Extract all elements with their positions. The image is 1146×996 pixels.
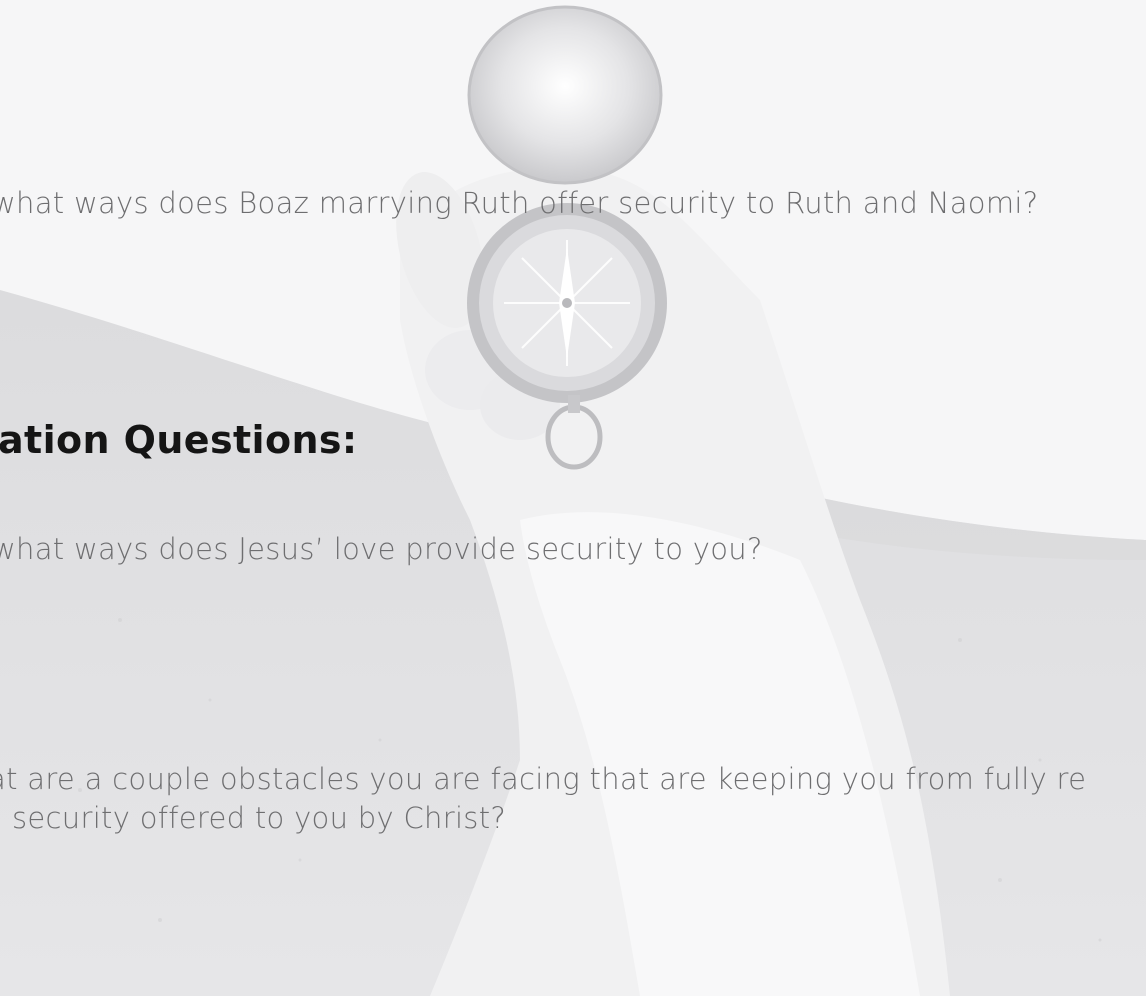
application-questions-heading: ation Questions: (0, 418, 358, 462)
compass-hand-background-image (0, 0, 1146, 996)
worksheet-page: what ways does Boaz marrying Ruth offer … (0, 0, 1146, 996)
question-security-boaz: what ways does Boaz marrying Ruth offer … (0, 186, 1039, 220)
question-jesus-love-security: what ways does Jesus’ love provide secur… (0, 532, 763, 566)
question-obstacles-line-1: at are a couple obstacles you are facing… (0, 762, 1087, 796)
question-obstacles-line-2: security offered to you by Christ? (12, 801, 507, 835)
